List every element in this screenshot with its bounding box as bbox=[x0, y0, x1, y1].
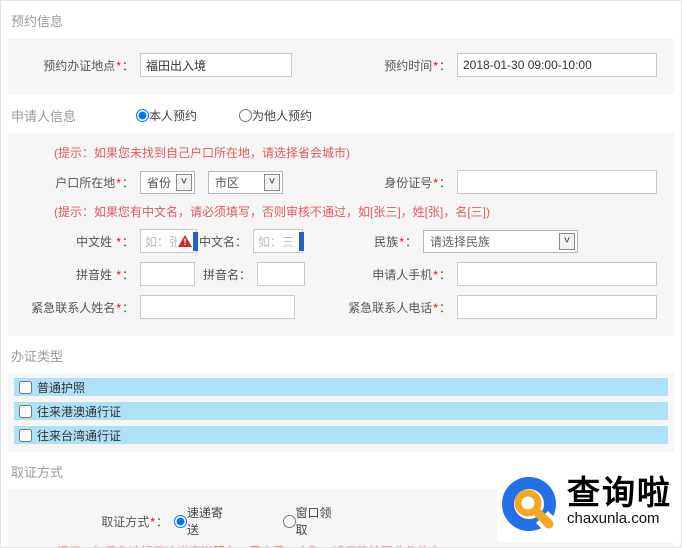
booking-band: 预约办证地点*： 预约时间*： bbox=[8, 38, 674, 94]
radio-express-delivery-input[interactable] bbox=[174, 515, 187, 528]
applicant-phone-label: 申请人手机*： bbox=[343, 266, 457, 283]
cn-surname-label: 中文姓 *： bbox=[8, 233, 140, 250]
chinese-name-hint: (提示：如果您有中文名，请必须填写，否则审核不通过，如[张三]，姓[张]，名[三… bbox=[54, 203, 674, 220]
section-title-cert-type: 办证类型 bbox=[1, 336, 681, 373]
emergency-phone-input[interactable] bbox=[457, 295, 657, 319]
booking-location-label: 预约办证地点*： bbox=[8, 57, 140, 74]
radio-self-booking[interactable]: 本人预约 bbox=[136, 107, 197, 124]
watermark-text: 查询啦 chaxunla.com bbox=[567, 474, 672, 527]
ethnicity-select[interactable]: 请选择民族˅ bbox=[423, 230, 578, 253]
radio-window-pickup-input[interactable] bbox=[283, 515, 296, 528]
cert-type-band: 普通护照 往来港澳通行证 往来台湾通行证 bbox=[8, 373, 674, 452]
cert-option-taiwan-checkbox[interactable] bbox=[19, 429, 32, 442]
chevron-down-icon: ˅ bbox=[559, 233, 575, 250]
section-title-booking: 预约信息 bbox=[1, 1, 681, 38]
radio-express-delivery[interactable]: 速递寄送 bbox=[174, 504, 235, 538]
py-givenname-input[interactable] bbox=[257, 262, 305, 286]
booking-time-input[interactable] bbox=[457, 53, 657, 77]
py-surname-label: 拼音姓 *： bbox=[8, 266, 140, 283]
radio-self-booking-input[interactable] bbox=[136, 109, 149, 122]
radio-other-booking-input[interactable] bbox=[239, 109, 252, 122]
py-surname-input[interactable] bbox=[140, 262, 195, 286]
text-caret bbox=[193, 232, 198, 251]
cn-givenname-label: 中文名： bbox=[197, 233, 253, 250]
applicant-phone-input[interactable] bbox=[457, 262, 657, 286]
appointment-form-page: 预约信息 预约办证地点*： 预约时间*： 申请人信息 本人预约 为他人预约 (提… bbox=[0, 0, 682, 548]
province-select[interactable]: 省份˅ bbox=[140, 171, 195, 194]
id-number-input[interactable] bbox=[457, 170, 657, 194]
applicant-header: 申请人信息 本人预约 为他人预约 bbox=[1, 94, 681, 133]
cert-option-passport[interactable]: 普通护照 bbox=[14, 378, 668, 396]
radio-window-pickup[interactable]: 窗口领取 bbox=[283, 504, 344, 538]
hukou-label: 户口所在地*： bbox=[8, 174, 140, 191]
ethnicity-label: 民族*： bbox=[343, 233, 423, 250]
chaxunla-watermark: 查询啦 chaxunla.com bbox=[497, 470, 678, 542]
section-title-applicant: 申请人信息 bbox=[11, 106, 136, 125]
hukou-hint: (提示：如果您未找到自己户口所在地，请选择省会城市) bbox=[54, 144, 674, 161]
watermark-brand: 查询啦 bbox=[567, 474, 672, 512]
cert-option-passport-checkbox[interactable] bbox=[19, 381, 32, 394]
pickup-hint: (提示：如果您选择了速递寄送服务，需自费、自取，请正确填写收件信息。) bbox=[53, 543, 674, 548]
magnifier-q-icon bbox=[501, 474, 565, 538]
py-givenname-label: 拼音名： bbox=[195, 266, 257, 283]
text-caret bbox=[299, 232, 304, 251]
watermark-domain: chaxunla.com bbox=[567, 510, 672, 527]
id-number-label: 身份证号*： bbox=[343, 174, 457, 191]
cn-surname-input[interactable]: 如：张 ! bbox=[140, 229, 197, 253]
booking-location-input[interactable] bbox=[140, 53, 292, 77]
chevron-down-icon: ˅ bbox=[176, 174, 192, 191]
cn-givenname-input[interactable]: 如：三 bbox=[253, 229, 303, 253]
warning-icon: ! bbox=[178, 235, 192, 247]
pickup-method-label: 取证方式*： bbox=[8, 513, 174, 530]
cert-option-hkmacau[interactable]: 往来港澳通行证 bbox=[14, 402, 668, 420]
cert-option-hkmacau-checkbox[interactable] bbox=[19, 405, 32, 418]
radio-other-booking[interactable]: 为他人预约 bbox=[239, 107, 312, 124]
emergency-phone-label: 紧急联系人电话*： bbox=[343, 299, 457, 316]
chevron-down-icon: ˅ bbox=[264, 174, 280, 191]
cert-option-taiwan[interactable]: 往来台湾通行证 bbox=[14, 426, 668, 444]
applicant-band: (提示：如果您未找到自己户口所在地，请选择省会城市) 户口所在地*： 省份˅ 市… bbox=[8, 133, 674, 336]
emergency-name-input[interactable] bbox=[140, 295, 295, 319]
booking-time-label: 预约时间*： bbox=[343, 57, 457, 74]
city-select[interactable]: 市区˅ bbox=[208, 171, 283, 194]
emergency-name-label: 紧急联系人姓名*： bbox=[8, 299, 140, 316]
